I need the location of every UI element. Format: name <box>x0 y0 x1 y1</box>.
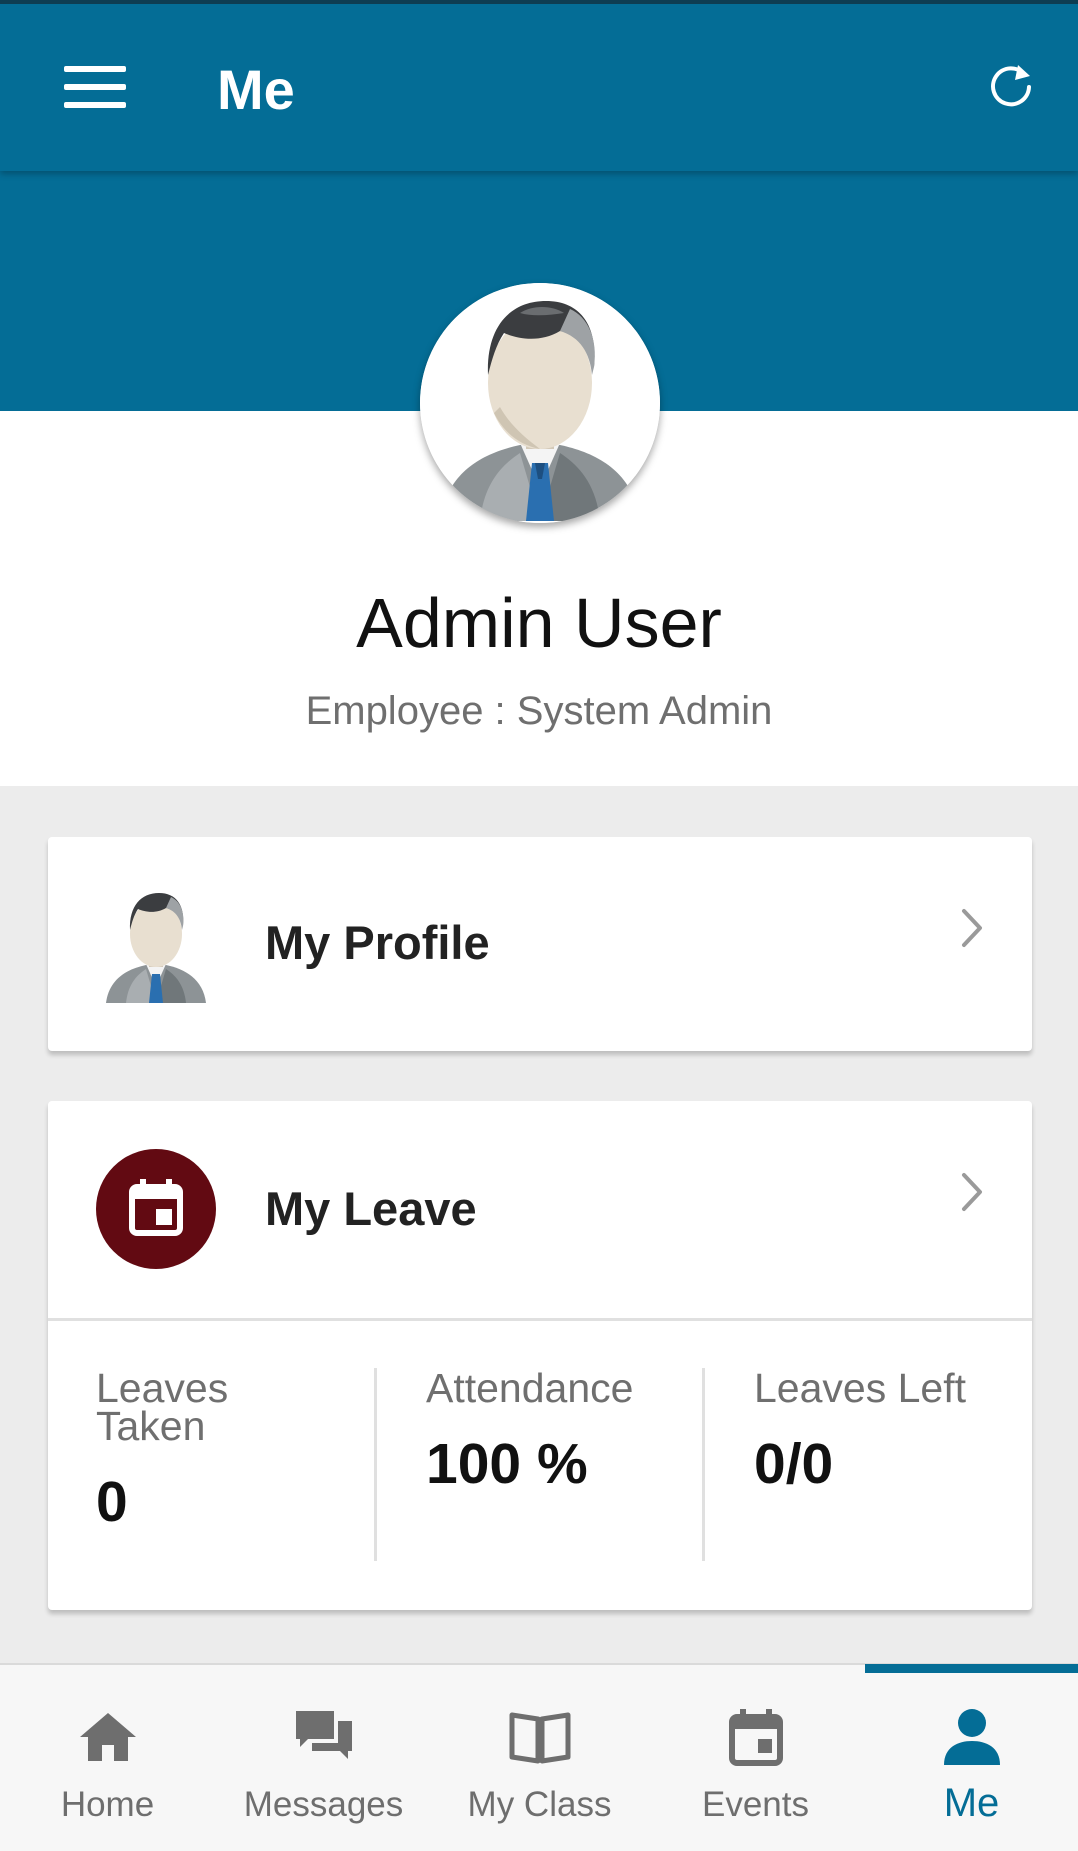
leaves-left-value: 0/0 <box>754 1432 834 1496</box>
calendar-event-icon <box>648 1705 863 1769</box>
nav-label-events: Events <box>702 1785 809 1824</box>
leave-icon-badge <box>96 1149 216 1269</box>
divider <box>702 1368 705 1561</box>
nav-label-my-class: My Class <box>467 1785 612 1824</box>
hamburger-menu-icon[interactable] <box>64 66 126 108</box>
calendar-event-icon <box>129 1179 183 1236</box>
divider <box>48 1318 1032 1321</box>
nav-item-my-class[interactable]: My Class <box>432 1665 647 1851</box>
leaves-left-label: Leaves Left <box>754 1365 966 1411</box>
nav-label-home: Home <box>60 1785 155 1824</box>
nav-item-home[interactable]: Home <box>0 1665 215 1851</box>
home-icon <box>0 1705 215 1769</box>
my-leave-label: My Leave <box>265 1182 477 1235</box>
user-role: Employee : System Admin <box>305 689 773 733</box>
attendance-label: Attendance <box>426 1365 634 1411</box>
my-profile-card[interactable]: My Profile <box>48 837 1032 1051</box>
active-tab-indicator <box>865 1664 1078 1673</box>
my-leave-card: My Leave Leaves Taken 0 Attendance 100 %… <box>48 1101 1032 1610</box>
leaves-left-stat: Leaves Left 0/0 <box>754 1365 1014 1499</box>
leaves-taken-label: Leaves Taken <box>96 1365 229 1449</box>
businessman-avatar-icon <box>420 283 660 523</box>
user-name: Admin User <box>356 584 722 662</box>
attendance-value: 100 % <box>426 1432 588 1496</box>
refresh-icon[interactable] <box>985 59 1037 111</box>
app-screen: Me Admin User Employee : System Admin My… <box>0 0 1078 1851</box>
chevron-right-icon <box>958 907 986 949</box>
businessman-avatar-icon <box>96 880 216 1004</box>
bottom-navigation: Home Messages My Class Events Me <box>0 1663 1078 1851</box>
page-title: Me <box>217 58 295 121</box>
nav-label-messages: Messages <box>243 1785 404 1824</box>
person-icon <box>864 1705 1078 1769</box>
nav-item-events[interactable]: Events <box>648 1665 863 1851</box>
divider <box>374 1368 377 1561</box>
nav-label-me: Me <box>943 1781 1000 1825</box>
leaves-taken-value: 0 <box>96 1470 128 1534</box>
my-leave-header[interactable]: My Leave <box>48 1101 1032 1318</box>
my-profile-label: My Profile <box>265 916 490 969</box>
attendance-stat: Attendance 100 % <box>426 1365 686 1499</box>
nav-item-me[interactable]: Me <box>864 1665 1078 1851</box>
app-bar: Me <box>0 0 1078 171</box>
chat-bubbles-icon <box>216 1705 431 1769</box>
nav-item-messages[interactable]: Messages <box>216 1665 431 1851</box>
leaves-taken-stat: Leaves Taken 0 <box>96 1365 356 1537</box>
open-book-icon <box>432 1705 647 1769</box>
chevron-right-icon <box>958 1171 986 1213</box>
avatar <box>420 283 660 523</box>
